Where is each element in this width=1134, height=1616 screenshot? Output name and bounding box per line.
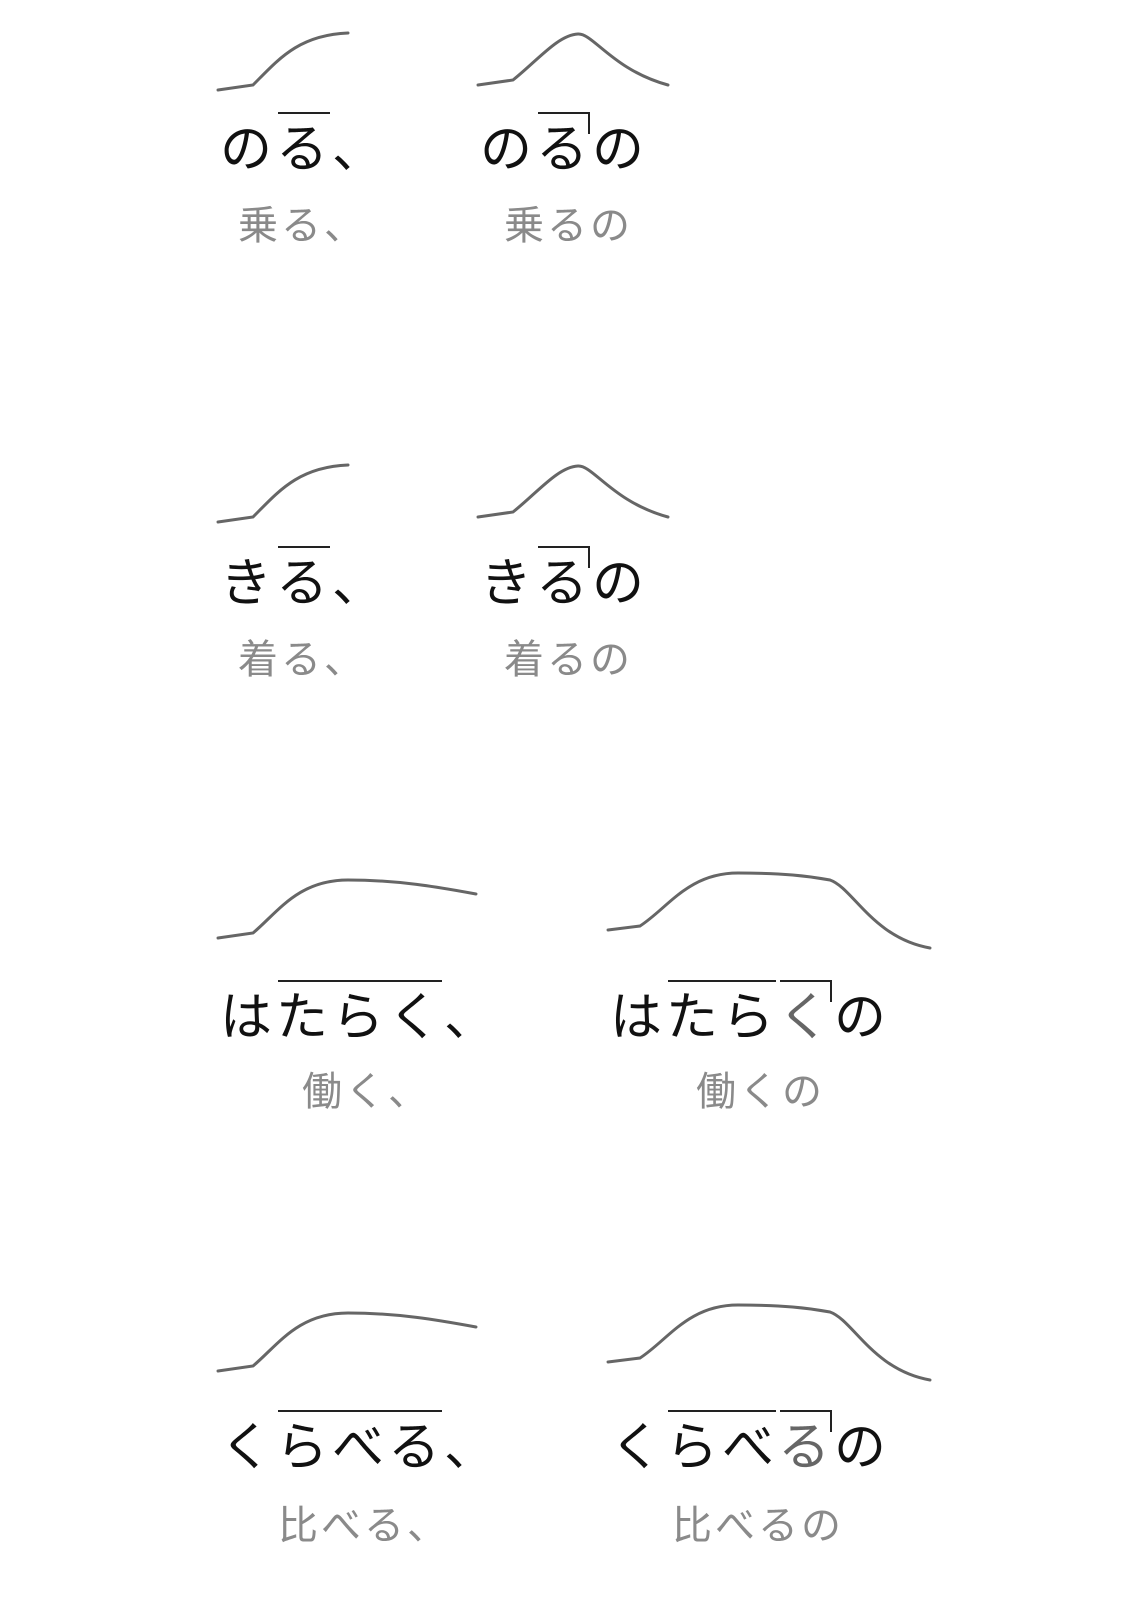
pitch-high-mark: たらく — [276, 980, 445, 1048]
kanji-reading: 乗るの — [504, 203, 633, 249]
kana-reading: はたらく、 — [220, 980, 501, 1048]
pitch-contour — [216, 1311, 478, 1373]
pitch-high-mark: る — [276, 546, 333, 614]
kana-reading: きる、 — [220, 546, 389, 614]
pitch-high-mark: らべ — [666, 1410, 779, 1478]
kana-reading: くらべるの — [610, 1410, 891, 1478]
pitch-high-mark: たら — [666, 980, 779, 1048]
kana-reading: のる、 — [220, 112, 389, 180]
kanji-reading: 着る、 — [238, 637, 367, 683]
kanji-reading: 比べる、 — [278, 1503, 450, 1549]
pitch-contour — [216, 878, 478, 940]
kanji-reading: 働く、 — [302, 1069, 431, 1115]
kanji-reading: 乗る、 — [238, 203, 367, 249]
kanji-reading: 着るの — [504, 637, 633, 683]
pitch-high-mark: る — [276, 112, 333, 180]
kana-reading: きるの — [480, 546, 649, 614]
pitch-high-mark: る — [536, 546, 593, 614]
pitch-contour — [606, 871, 932, 950]
kanji-reading: 比べるの — [672, 1503, 844, 1549]
pitch-contour — [476, 464, 670, 519]
pitch-drop-mark: く — [778, 980, 835, 1048]
kana-reading: くらべる、 — [220, 1410, 501, 1478]
kana-reading: はたらくの — [610, 980, 891, 1048]
kanji-reading: 働くの — [696, 1069, 825, 1115]
pitch-contour — [216, 463, 350, 524]
pitch-contour — [476, 32, 670, 87]
pitch-drop-mark: る — [778, 1410, 835, 1478]
pitch-contour — [216, 31, 350, 92]
pitch-high-mark: らべる — [276, 1410, 445, 1478]
kana-reading: のるの — [480, 112, 649, 180]
pitch-high-mark: る — [536, 112, 593, 180]
pitch-contour — [606, 1303, 932, 1382]
